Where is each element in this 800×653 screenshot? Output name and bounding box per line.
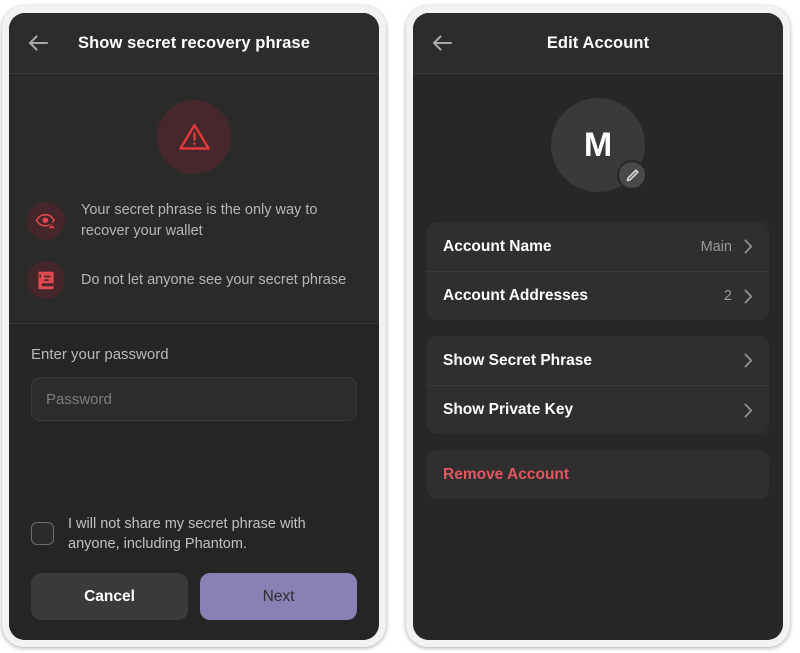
chevron-right-icon	[744, 288, 753, 304]
warning-badge	[157, 100, 231, 174]
row-show-private-key[interactable]: Show Private Key	[427, 385, 769, 434]
account-info-card: Account Name Main Account Addresses 2	[427, 222, 769, 320]
left-header: Show secret recovery phrase	[9, 13, 379, 74]
row-account-addresses[interactable]: Account Addresses 2	[427, 271, 769, 320]
edit-account-screen: Edit Account M Account Name Main Account…	[413, 13, 783, 640]
row-show-secret-phrase[interactable]: Show Secret Phrase	[427, 336, 769, 385]
password-section: Enter your password I will not share my …	[9, 324, 379, 640]
list-item-label: Do not let anyone see your secret phrase	[81, 271, 347, 288]
row-account-name[interactable]: Account Name Main	[427, 222, 769, 271]
warning-triangle-icon	[178, 122, 211, 152]
chevron-right-icon	[744, 402, 753, 418]
row-label: Show Private Key	[443, 401, 574, 418]
remove-account-card: Remove Account	[427, 450, 769, 499]
warning-section: Your secret phrase is the only way to re…	[9, 74, 379, 325]
row-value: 2	[723, 288, 732, 304]
phone-frame-left: Show secret recovery phrase Your secret …	[2, 6, 386, 647]
row-value: Main	[700, 238, 732, 255]
arrow-left-icon	[27, 34, 49, 52]
note-secret-icon	[27, 261, 65, 300]
next-button[interactable]: Next	[200, 573, 357, 620]
cancel-button[interactable]: Cancel	[31, 573, 188, 620]
pencil-icon	[625, 168, 640, 183]
row-label: Account Name	[443, 237, 552, 255]
avatar[interactable]: M	[551, 98, 647, 192]
edit-account-body: M Account Name Main Account Addresses 2 …	[413, 74, 783, 640]
security-card: Show Secret Phrase Show Private Key	[427, 336, 769, 434]
screenshot-stage: Show secret recovery phrase Your secret …	[0, 0, 800, 653]
consent-row[interactable]: I will not share my secret phrase with a…	[31, 514, 357, 555]
warning-badge-wrap	[9, 100, 379, 174]
back-button-right[interactable]	[429, 30, 455, 56]
password-label: Enter your password	[31, 346, 169, 364]
list-item: Do not let anyone see your secret phrase	[9, 261, 379, 300]
row-label: Account Addresses	[443, 287, 588, 304]
chevron-right-icon	[744, 239, 753, 254]
page-title-left: Show secret recovery phrase	[78, 33, 310, 52]
password-input[interactable]	[31, 377, 357, 422]
arrow-left-icon	[431, 34, 453, 52]
right-header: Edit Account	[413, 13, 783, 74]
list-item: Your secret phrase is the only way to re…	[9, 200, 379, 241]
row-label: Remove Account	[443, 465, 570, 483]
show-secret-recovery-phrase-screen: Show secret recovery phrase Your secret …	[9, 13, 379, 640]
page-title-right: Edit Account	[546, 33, 650, 52]
consent-label: I will not share my secret phrase with a…	[68, 515, 306, 553]
avatar-edit-button[interactable]	[617, 160, 647, 190]
flex-spacer	[31, 421, 357, 514]
action-button-row: Cancel Next	[31, 573, 357, 640]
row-remove-account[interactable]: Remove Account	[427, 450, 769, 499]
eye-warning-icon	[27, 201, 65, 240]
avatar-wrap: M	[427, 98, 769, 192]
phone-frame-right: Edit Account M Account Name Main Account…	[406, 6, 790, 647]
chevron-right-icon	[744, 353, 753, 368]
list-item-label: Your secret phrase is the only way to re…	[81, 202, 318, 239]
back-button-left[interactable]	[25, 30, 51, 56]
consent-checkbox[interactable]	[31, 521, 54, 545]
row-label: Show Secret Phrase	[443, 351, 593, 369]
